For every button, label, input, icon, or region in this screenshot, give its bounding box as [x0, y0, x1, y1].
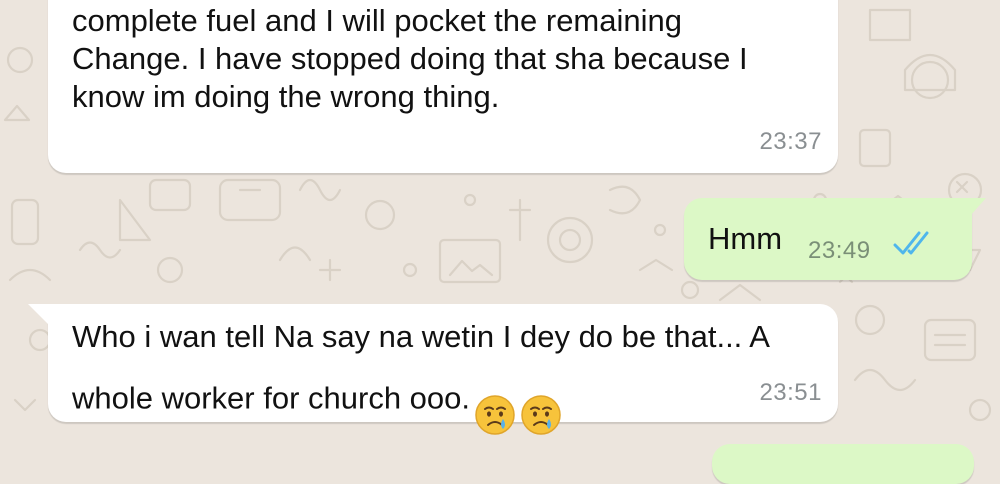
incoming-message[interactable]: morning for church service, I will not b…: [48, 0, 838, 173]
message-text: Who i wan tell Na say na wetin I dey do …: [72, 318, 770, 445]
outgoing-message[interactable]: [712, 444, 974, 484]
crying-face-emoji: [474, 356, 516, 445]
message-text-content: Who i wan tell Na say na wetin I dey do …: [72, 319, 770, 416]
outgoing-message[interactable]: Hmm 23:49: [684, 198, 986, 280]
double-check-read-icon: [893, 231, 929, 255]
message-text: Hmm: [708, 221, 783, 256]
message-time: 23:37: [759, 128, 822, 155]
bubble-tail: [28, 304, 50, 326]
message-text: morning for church service, I will not b…: [72, 3, 748, 114]
bubble-tail: [970, 198, 986, 216]
crying-face-emoji: [520, 356, 562, 445]
message-time: 23:51: [759, 379, 822, 406]
message-time: 23:49: [808, 237, 871, 264]
incoming-message[interactable]: Who i wan tell Na say na wetin I dey do …: [28, 304, 838, 435]
